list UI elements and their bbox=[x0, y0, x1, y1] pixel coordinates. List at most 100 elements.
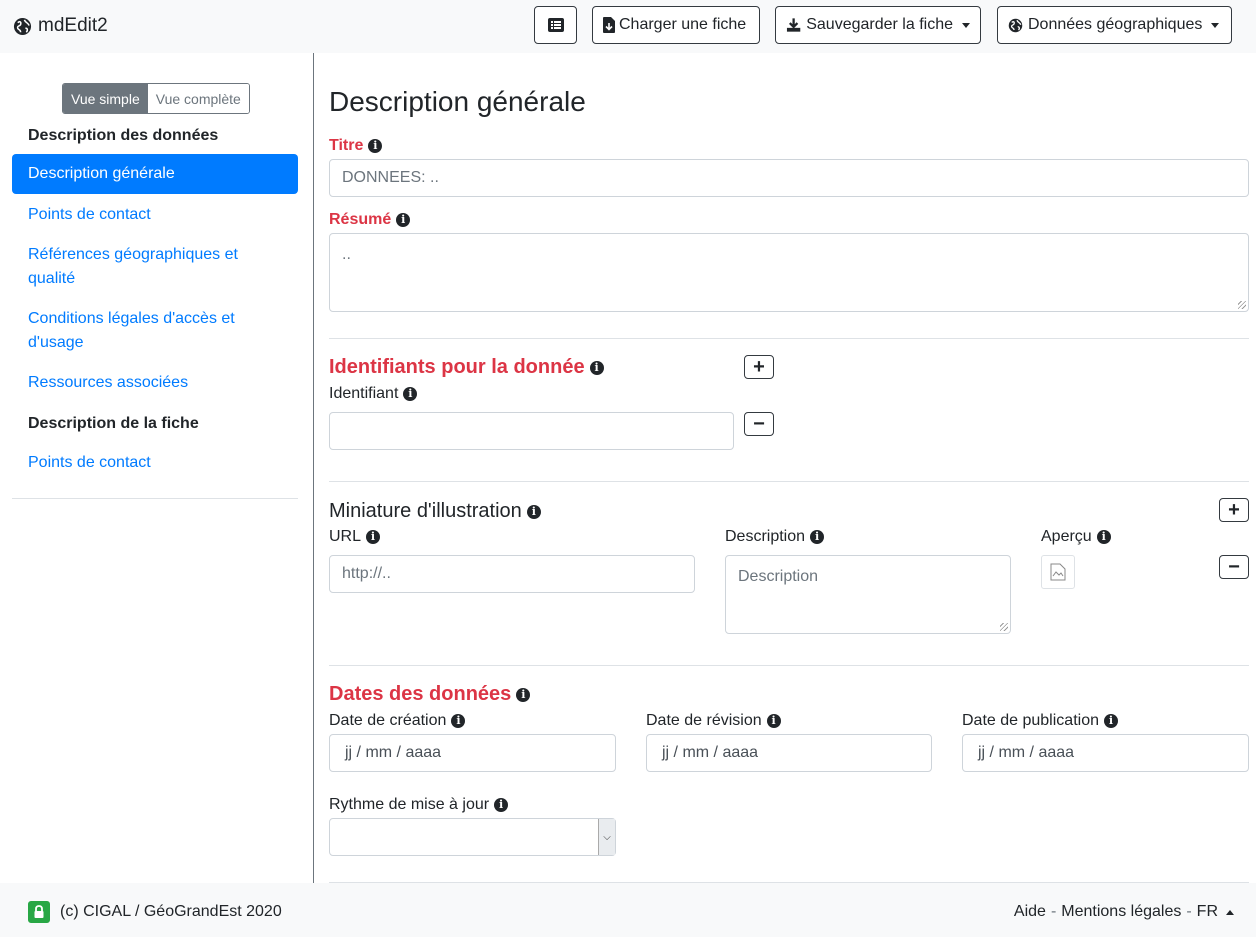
date-revision-input[interactable]: jj / mm / aaaa bbox=[646, 734, 932, 772]
rythme-label-text: Rythme de mise à jour bbox=[329, 796, 490, 813]
sidebar-item-ressources-associees[interactable]: Ressources associées bbox=[28, 371, 288, 395]
aide-link[interactable]: Aide bbox=[1014, 903, 1046, 921]
info-icon[interactable]: i bbox=[1096, 530, 1111, 544]
sidebar-item-record-points-de-contact[interactable]: Points de contact bbox=[28, 451, 288, 475]
resume-label-text: Résumé bbox=[329, 211, 392, 228]
list-icon bbox=[547, 18, 564, 32]
list-button[interactable] bbox=[534, 6, 577, 44]
sidebar: Vue simple Vue complète Description des … bbox=[12, 53, 314, 883]
date-creation-label-text: Date de création bbox=[329, 712, 447, 729]
url-input[interactable]: http://.. bbox=[329, 555, 695, 593]
date-creation-label: Date de création i bbox=[329, 712, 466, 730]
titre-label: Titre i bbox=[329, 137, 383, 155]
info-icon[interactable]: i bbox=[810, 530, 825, 544]
resume-label: Résumé i bbox=[329, 211, 411, 229]
minus-icon: − bbox=[753, 413, 765, 435]
date-publication-label: Date de publication i bbox=[962, 712, 1118, 730]
info-icon[interactable]: i bbox=[1103, 714, 1118, 728]
resume-textarea[interactable]: .. bbox=[329, 233, 1249, 312]
description-textarea[interactable]: Description bbox=[725, 555, 1011, 634]
date-creation-placeholder: jj / mm / aaaa bbox=[345, 744, 442, 761]
info-icon[interactable]: i bbox=[766, 714, 781, 728]
separator: - bbox=[1186, 903, 1192, 920]
load-record-label: Charger une fiche bbox=[619, 16, 747, 33]
identifiants-title: Identifiants pour la donnée i bbox=[329, 356, 604, 379]
plus-icon: + bbox=[753, 356, 765, 378]
geo-data-button[interactable]: Données géographiques bbox=[997, 6, 1232, 44]
sidebar-divider bbox=[12, 498, 298, 499]
language-selector[interactable]: FR bbox=[1197, 903, 1218, 921]
add-miniature-button[interactable]: + bbox=[1219, 498, 1249, 522]
date-publication-label-text: Date de publication bbox=[962, 712, 1099, 729]
plus-icon: + bbox=[1228, 499, 1240, 521]
info-icon[interactable]: i bbox=[451, 714, 466, 728]
divider bbox=[329, 481, 1249, 482]
top-navbar: mdEdit2 Charger une fiche Sauvegarder la… bbox=[0, 0, 1256, 53]
save-record-button[interactable]: Sauvegarder la fiche bbox=[775, 6, 981, 44]
sidebar-item-conditions-legales[interactable]: Conditions légales d'accès et d'usage bbox=[28, 307, 288, 355]
info-icon[interactable]: i bbox=[366, 530, 381, 544]
miniature-title: Miniature d'illustration i bbox=[329, 500, 541, 523]
rythme-label: Rythme de mise à jour i bbox=[329, 796, 509, 814]
sidebar-item-description-generale[interactable]: Description générale bbox=[12, 154, 298, 194]
info-icon[interactable]: i bbox=[368, 139, 383, 153]
resize-grip[interactable] bbox=[1238, 301, 1246, 309]
view-full-button[interactable]: Vue complète bbox=[147, 84, 249, 113]
sidebar-item-label: Description générale bbox=[28, 165, 175, 182]
geo-data-label: Données géographiques bbox=[1028, 16, 1203, 33]
date-revision-placeholder: jj / mm / aaaa bbox=[662, 744, 759, 761]
date-creation-input[interactable]: jj / mm / aaaa bbox=[329, 734, 616, 772]
chevron-down-icon[interactable]: ⌵ bbox=[598, 819, 615, 855]
chevron-down-icon bbox=[962, 22, 970, 28]
chevron-up-icon[interactable] bbox=[1226, 909, 1234, 915]
save-record-label: Sauvegarder la fiche bbox=[806, 16, 953, 33]
description-placeholder: Description bbox=[738, 568, 819, 585]
lock-icon[interactable] bbox=[28, 901, 50, 923]
sidebar-item-points-de-contact[interactable]: Points de contact bbox=[28, 203, 288, 227]
info-icon[interactable]: i bbox=[589, 360, 604, 375]
sidebar-item-references-geographiques[interactable]: Références géographiques et qualité bbox=[28, 243, 288, 291]
separator: - bbox=[1050, 903, 1057, 920]
apercu-label: Aperçu i bbox=[1041, 528, 1111, 546]
view-simple-button[interactable]: Vue simple bbox=[63, 84, 148, 113]
description-label-text: Description bbox=[725, 528, 806, 545]
remove-identifiant-button[interactable]: − bbox=[744, 412, 774, 436]
description-label: Description i bbox=[725, 528, 825, 546]
identifiants-title-text: Identifiants pour la donnée bbox=[329, 356, 585, 378]
brand-name: mdEdit2 bbox=[38, 15, 108, 36]
info-icon[interactable]: i bbox=[516, 687, 531, 702]
sidebar-section-record: Description de la fiche bbox=[28, 415, 199, 432]
page-title: Description générale bbox=[329, 86, 586, 117]
url-label-text: URL bbox=[329, 528, 362, 545]
dates-title-text: Dates des données bbox=[329, 683, 512, 705]
date-publication-input[interactable]: jj / mm / aaaa bbox=[962, 734, 1249, 772]
date-revision-label: Date de révision i bbox=[646, 712, 781, 730]
remove-miniature-button[interactable]: − bbox=[1219, 555, 1249, 579]
mentions-legales-link[interactable]: Mentions légales bbox=[1061, 903, 1181, 921]
divider bbox=[329, 665, 1249, 666]
info-icon[interactable]: i bbox=[396, 213, 411, 227]
info-icon[interactable]: i bbox=[526, 504, 541, 519]
file-download-icon bbox=[603, 17, 615, 33]
apercu-label-text: Aperçu bbox=[1041, 528, 1092, 545]
sidebar-section-data: Description des données bbox=[28, 127, 219, 144]
brand[interactable]: mdEdit2 bbox=[13, 15, 108, 37]
globe-icon bbox=[1008, 18, 1023, 32]
url-placeholder: http://.. bbox=[342, 565, 391, 582]
minus-icon: − bbox=[1228, 556, 1240, 578]
copyright-text: (c) CIGAL / GéoGrandEst 2020 bbox=[60, 903, 282, 920]
download-icon bbox=[786, 18, 801, 32]
chevron-down-icon bbox=[1211, 22, 1220, 28]
identifiant-input[interactable] bbox=[329, 412, 734, 450]
load-record-button[interactable]: Charger une fiche bbox=[592, 6, 760, 44]
globe-icon bbox=[13, 17, 32, 35]
dates-title: Dates des données i bbox=[329, 683, 531, 706]
resize-grip[interactable] bbox=[1000, 623, 1008, 631]
add-identifiant-button[interactable]: + bbox=[744, 355, 774, 379]
date-revision-label-text: Date de révision bbox=[646, 712, 762, 729]
rythme-select[interactable]: ⌵ bbox=[329, 818, 616, 856]
info-icon[interactable]: i bbox=[494, 798, 509, 812]
titre-input[interactable]: DONNEES: .. bbox=[329, 159, 1249, 197]
footer-copyright: (c) CIGAL / GéoGrandEst 2020 bbox=[28, 901, 282, 923]
info-icon[interactable]: i bbox=[403, 387, 418, 401]
